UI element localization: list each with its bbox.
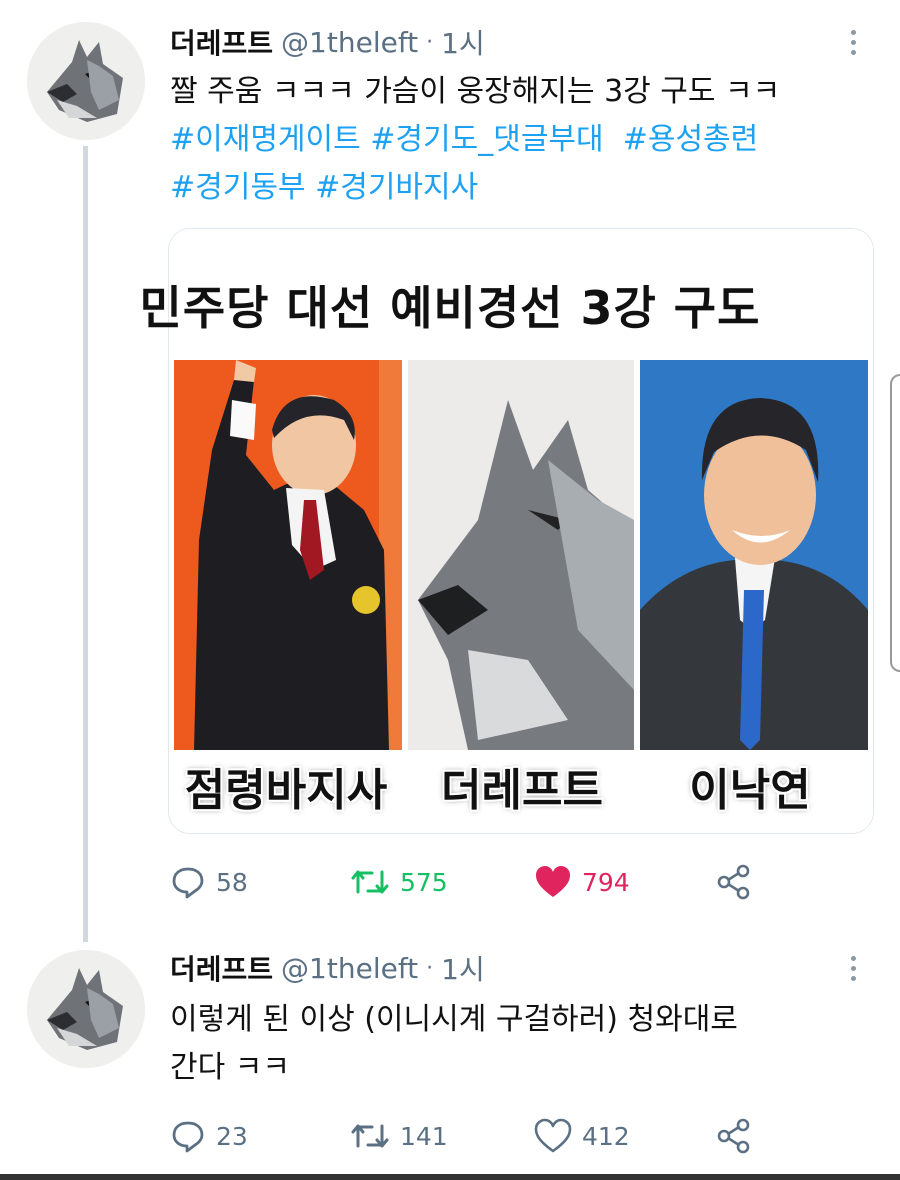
share-button[interactable] — [716, 862, 752, 902]
retweet-count: 141 — [400, 1121, 448, 1151]
share-button[interactable] — [716, 1116, 752, 1156]
retweet-icon — [351, 1124, 389, 1148]
retweet-button[interactable]: 141 — [350, 1116, 448, 1156]
like-icon — [534, 1118, 572, 1153]
timestamp[interactable]: 1시 — [441, 948, 485, 988]
like-count: 794 — [582, 867, 630, 897]
side-panel-edge — [890, 374, 900, 672]
like-button[interactable]: 794 — [534, 862, 630, 902]
hashtag[interactable]: #경기도_댓글부대 — [370, 122, 603, 157]
more-icon[interactable] — [842, 22, 866, 62]
reply-button[interactable]: 58 — [170, 862, 248, 902]
hashtag[interactable]: #용성총련 — [623, 122, 759, 157]
tweet-actions: 23 141 412 — [170, 1116, 870, 1156]
tweet-1[interactable]: 더레프트 @1theleft · 1시 짤 주움 ㅋㅋㅋ 가슴이 웅장해지는 3… — [0, 0, 900, 940]
separator: · — [426, 29, 434, 55]
like-button[interactable]: 412 — [534, 1116, 630, 1156]
reply-icon — [172, 1121, 204, 1153]
share-icon — [717, 864, 750, 900]
avatar[interactable] — [27, 950, 145, 1068]
like-count: 412 — [582, 1121, 630, 1151]
media-caption-right: 이낙연 — [689, 765, 811, 816]
media-caption-middle: 더레프트 — [441, 765, 603, 816]
media-panel-left — [174, 360, 402, 750]
reply-count: 58 — [216, 867, 248, 897]
handle[interactable]: @1theleft — [281, 26, 418, 59]
tweet-header: 더레프트 @1theleft · 1시 — [170, 22, 485, 62]
media-panel-middle — [408, 360, 634, 750]
tweet-header: 더레프트 @1theleft · 1시 — [170, 948, 485, 988]
more-icon[interactable] — [842, 948, 866, 988]
reply-icon — [172, 867, 204, 899]
reply-button[interactable]: 23 — [170, 1116, 248, 1156]
tweet-text-line: 간다 ㅋㅋ — [170, 1050, 290, 1085]
tweet-actions: 58 575 794 — [170, 862, 870, 902]
media-title: 민주당 대선 예비경선 3강 구도 — [139, 281, 761, 335]
like-icon — [536, 866, 570, 897]
hashtag[interactable]: #이재명게이트 — [170, 122, 361, 157]
tweet-text: 짤 주움 ㅋㅋㅋ 가슴이 웅장해지는 3강 구도 ㅋㅋ #이재명게이트 #경기도… — [170, 68, 870, 212]
reply-count: 23 — [216, 1121, 248, 1151]
bottom-divider — [0, 1174, 900, 1180]
hashtag[interactable]: #경기동부 — [170, 170, 306, 205]
tweet-text-line: 이렇게 된 이상 (이니시계 구걸하러) 청와대로 — [170, 1002, 738, 1037]
display-name[interactable]: 더레프트 — [170, 948, 273, 988]
media-caption-left: 점령바지사 — [184, 765, 388, 816]
tweet-text: 이렇게 된 이상 (이니시계 구걸하러) 청와대로 간다 ㅋㅋ — [170, 996, 870, 1092]
separator: · — [426, 955, 434, 981]
avatar[interactable] — [27, 22, 145, 140]
retweet-button[interactable]: 575 — [350, 862, 448, 902]
hashtag[interactable]: #경기바지사 — [315, 170, 478, 205]
share-icon — [717, 1118, 750, 1154]
retweet-count: 575 — [400, 867, 448, 897]
tweet-2[interactable]: 더레프트 @1theleft · 1시 이렇게 된 이상 (이니시계 구걸하러)… — [0, 940, 900, 1174]
media-panel-right — [640, 360, 868, 750]
display-name[interactable]: 더레프트 — [170, 22, 273, 62]
tweet-text-line: 짤 주움 ㅋㅋㅋ 가슴이 웅장해지는 3강 구도 ㅋㅋ — [170, 74, 781, 109]
timestamp[interactable]: 1시 — [441, 22, 485, 62]
retweet-icon — [351, 870, 389, 894]
handle[interactable]: @1theleft — [281, 952, 418, 985]
